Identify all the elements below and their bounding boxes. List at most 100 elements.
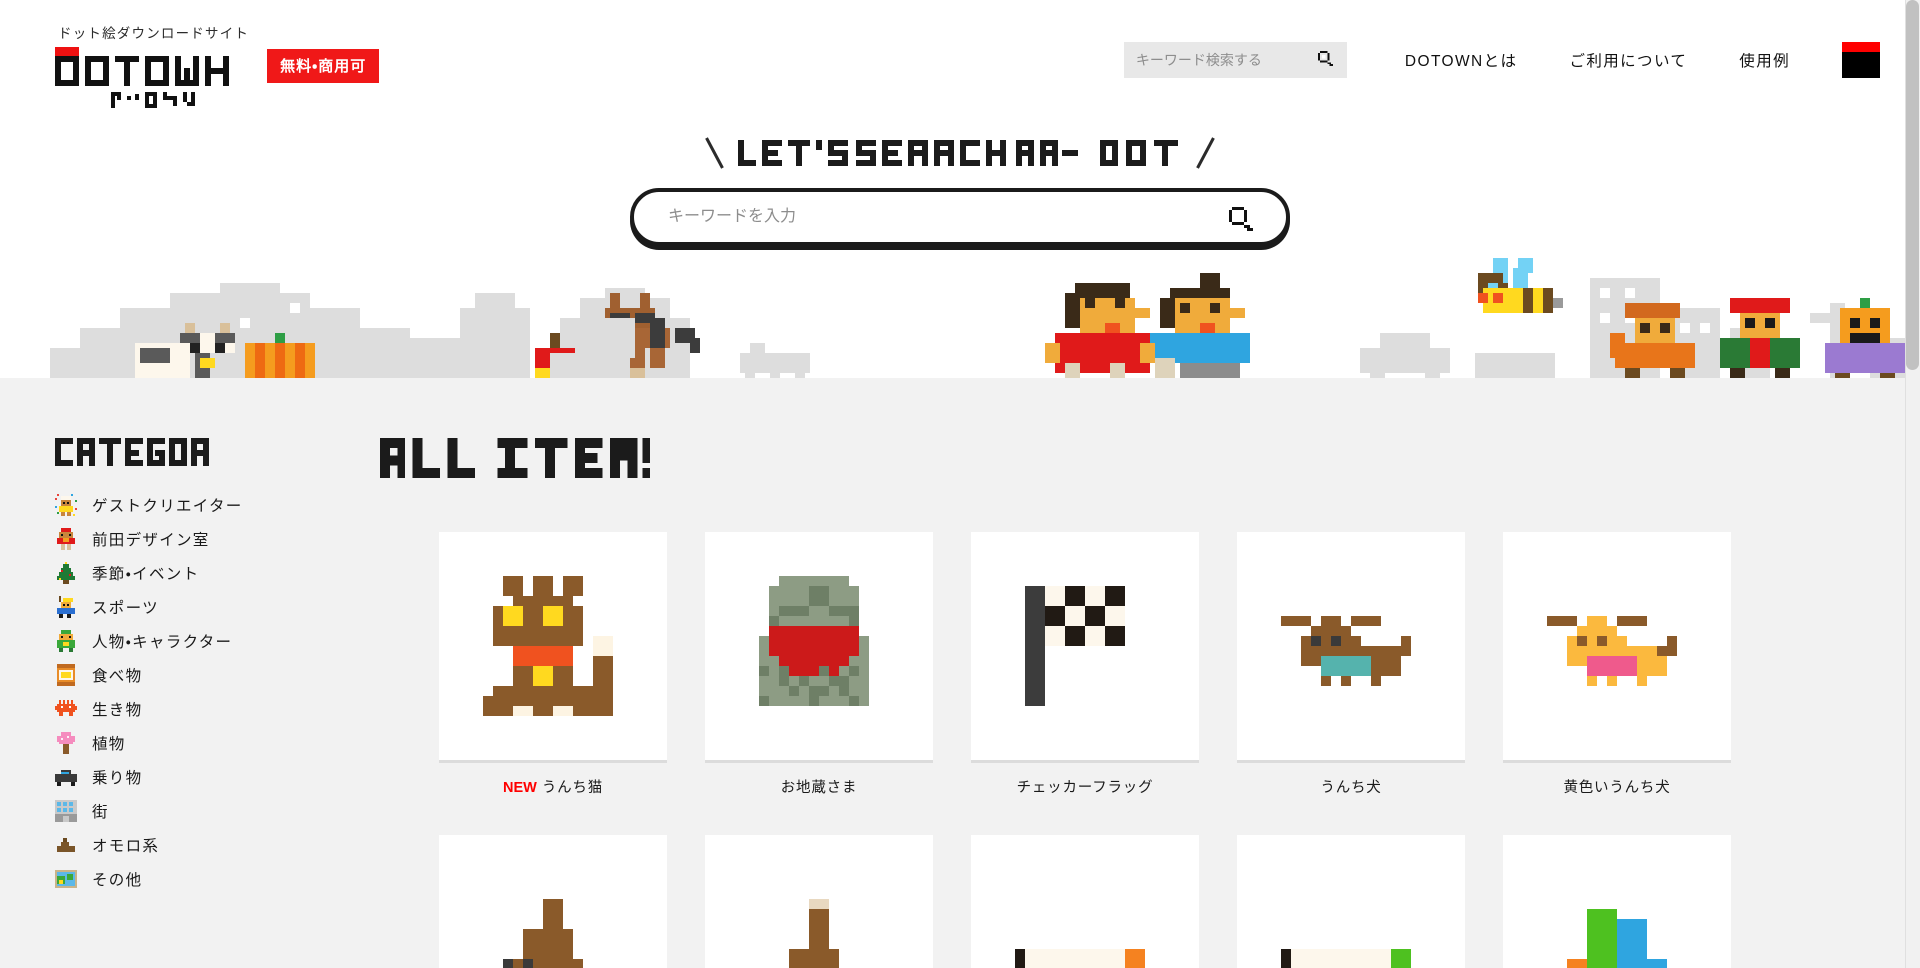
header-search-box[interactable]	[1123, 42, 1347, 78]
sidebar-item-vehicle[interactable]: 乗り物	[55, 760, 380, 794]
nav-item-terms[interactable]: ご利用について	[1569, 49, 1687, 71]
item-name: うんち犬	[1320, 780, 1382, 796]
sidebar-item-label: 生き物	[92, 702, 143, 719]
items-section: NEW うんち猫 お地蔵さま チェッカーフラッグ うんち犬 黄色いうんち犬	[380, 438, 1920, 968]
sidebar-item-maeda-design[interactable]: 前田デザイン室	[55, 522, 380, 556]
category-sidebar: ゲストクリエイター 前田デザイン室 季節・イベント スポーツ 人物・キャラクター…	[0, 438, 380, 968]
sidebar-item-season-event[interactable]: 季節・イベント	[55, 556, 380, 590]
sidebar-item-omoro[interactable]: オモロ系	[55, 828, 380, 862]
other-icon	[55, 868, 77, 890]
sidebar-item-label: スポーツ	[92, 600, 159, 617]
menu-box-icon[interactable]	[1842, 42, 1880, 78]
item-card[interactable]: うんち犬	[1237, 532, 1465, 797]
header-search-input[interactable]	[1123, 42, 1347, 78]
item-thumbnail[interactable]	[971, 835, 1199, 968]
sidebar-item-guest-creator[interactable]: ゲストクリエイター	[55, 488, 380, 522]
sidebar-item-label: その他	[92, 872, 143, 889]
all-items-heading	[380, 438, 1790, 478]
bar-green-icon	[1281, 949, 1411, 968]
item-thumbnail[interactable]	[971, 532, 1199, 760]
item-card[interactable]: NEW うんち猫	[439, 532, 667, 797]
item-card[interactable]: チェッカーフラッグ	[971, 532, 1199, 797]
item-label: チェッカーフラッグ	[971, 776, 1199, 797]
item-name: チェッカーフラッグ	[1016, 780, 1154, 796]
item-thumbnail[interactable]	[1237, 532, 1465, 760]
sidebar-item-label: 食べ物	[92, 668, 143, 685]
logo-dottown-kana-icon	[111, 92, 195, 108]
checkered-flag-icon	[1025, 586, 1125, 706]
hero-scenery	[50, 273, 1920, 378]
sidebar-item-other[interactable]: その他	[55, 862, 380, 896]
item-card[interactable]	[1237, 835, 1465, 968]
search-icon[interactable]	[1229, 207, 1256, 234]
nav-item-about[interactable]: DOTOWNとは	[1405, 49, 1518, 71]
item-thumbnail[interactable]	[1503, 532, 1731, 760]
item-label: お地蔵さま	[705, 776, 933, 797]
slash-right-icon	[1196, 137, 1215, 169]
dog-brown-icon	[1281, 616, 1411, 686]
sidebar-item-label: 人物・キャラクター	[92, 634, 233, 651]
sidebar-item-label: ゲストクリエイター	[92, 498, 243, 515]
category-title-art	[55, 438, 209, 466]
item-card[interactable]	[439, 835, 667, 968]
item-label: うんち犬	[1237, 776, 1465, 797]
sidebar-item-town[interactable]: 街	[55, 794, 380, 828]
sidebar-item-label: 街	[92, 804, 109, 821]
hero-search-input[interactable]	[634, 192, 1286, 242]
sports-icon	[55, 596, 77, 618]
brand-block[interactable]: ドット絵ダウンロードサイト 無料・商用可	[55, 0, 380, 108]
item-name: 黄色いうんち犬	[1563, 780, 1671, 796]
sidebar-item-character[interactable]: 人物・キャラクター	[55, 624, 380, 658]
sidebar-item-label: 乗り物	[92, 770, 143, 787]
item-thumbnail[interactable]	[1503, 835, 1731, 968]
site-tagline: ドット絵ダウンロードサイト	[58, 26, 250, 41]
item-card[interactable]	[971, 835, 1199, 968]
new-badge: NEW	[502, 780, 537, 796]
jizo-icon	[759, 576, 869, 706]
sidebar-item-creature[interactable]: 生き物	[55, 692, 380, 726]
tree-icon	[55, 562, 77, 584]
item-card[interactable]: 黄色いうんち犬	[1503, 532, 1731, 797]
main-content: ゲストクリエイター 前田デザイン室 季節・イベント スポーツ 人物・キャラクター…	[0, 378, 1920, 968]
category-list: ゲストクリエイター 前田デザイン室 季節・イベント スポーツ 人物・キャラクター…	[55, 488, 380, 896]
item-thumbnail[interactable]	[1237, 835, 1465, 968]
item-card[interactable]	[705, 835, 933, 968]
hero-title-row	[0, 136, 1920, 170]
header-nav: DOTOWNとは ご利用について 使用例	[1123, 0, 1880, 78]
page-scrollbar[interactable]	[1905, 0, 1920, 968]
item-thumbnail[interactable]	[439, 835, 667, 968]
page-root: ドット絵ダウンロードサイト 無料・商用可 キーワード検索する DOTOWNとは …	[0, 0, 1920, 968]
scrollbar-thumb[interactable]	[1906, 0, 1919, 370]
sidebar-item-sports[interactable]: スポーツ	[55, 590, 380, 624]
sidebar-item-label: 前田デザイン室	[92, 532, 210, 549]
crab-icon	[55, 698, 77, 720]
site-logo[interactable]	[55, 47, 247, 108]
slash-left-icon	[705, 137, 724, 169]
item-name: お地蔵さま	[780, 780, 858, 796]
sidebar-item-plant[interactable]: 植物	[55, 726, 380, 760]
item-thumbnail[interactable]	[705, 835, 933, 968]
item-card[interactable]	[1503, 835, 1731, 968]
hero-search-box[interactable]	[630, 188, 1290, 246]
search-icon[interactable]	[1317, 51, 1335, 68]
cat-icon	[483, 576, 613, 716]
sidebar-item-label: 植物	[92, 736, 126, 753]
item-label: NEW うんち猫	[439, 776, 667, 797]
sidebar-item-label: 季節・イベント	[92, 566, 200, 583]
sidebar-item-food[interactable]: 食べ物	[55, 658, 380, 692]
building-icon	[55, 800, 77, 822]
nav-item-examples[interactable]: 使用例	[1739, 49, 1790, 71]
omoro-icon	[55, 834, 77, 856]
item-thumbnail[interactable]	[705, 532, 933, 760]
hero-section	[0, 108, 1920, 378]
item-card[interactable]: お地蔵さま	[705, 532, 933, 797]
hero-title-tail	[1100, 140, 1178, 166]
poop-small-icon	[789, 899, 839, 968]
item-thumbnail[interactable]	[439, 532, 667, 760]
items-grid: NEW うんち猫 お地蔵さま チェッカーフラッグ うんち犬 黄色いうんち犬	[380, 532, 1790, 968]
poop-icon	[503, 899, 583, 968]
item-name: うんち猫	[541, 780, 604, 796]
plant-icon	[55, 732, 77, 754]
dog-yellow-icon	[1547, 616, 1677, 686]
item-label: 黄色いうんち犬	[1503, 776, 1731, 797]
